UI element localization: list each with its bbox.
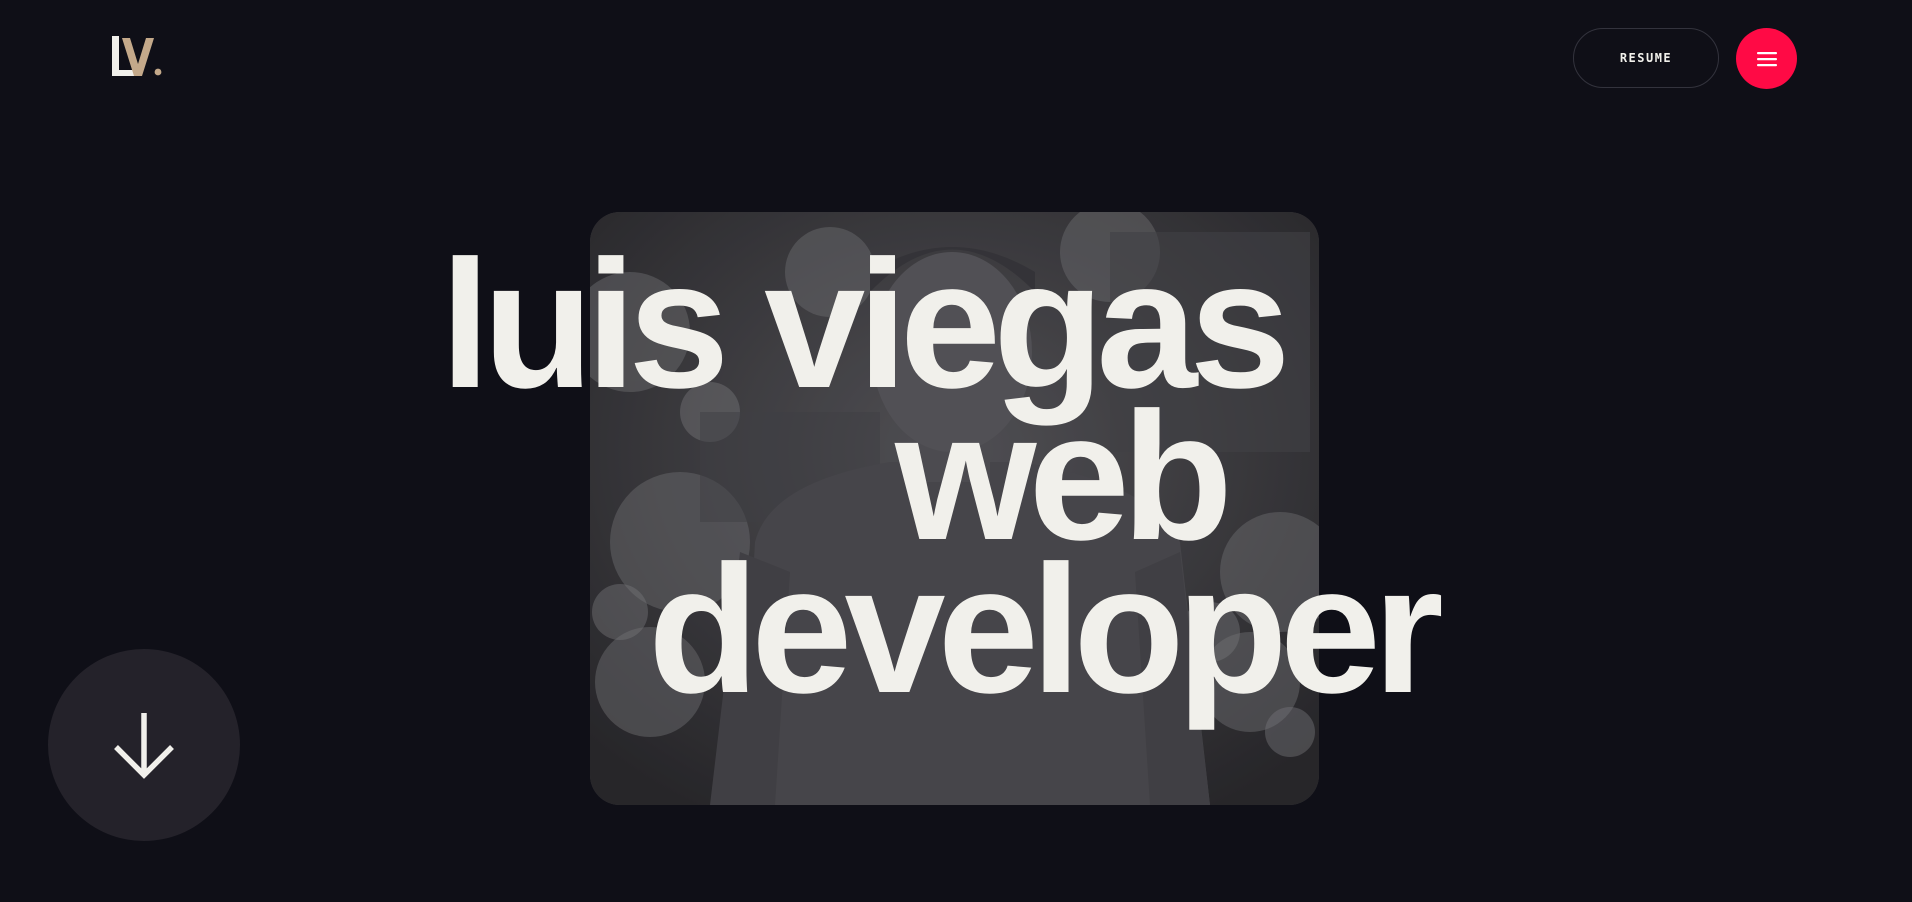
resume-button[interactable]: RESUME bbox=[1573, 28, 1719, 88]
site-logo[interactable] bbox=[110, 34, 162, 78]
menu-button[interactable] bbox=[1736, 28, 1797, 89]
arrow-down-icon bbox=[114, 713, 174, 779]
hamburger-icon bbox=[1756, 51, 1777, 66]
scroll-down-button[interactable] bbox=[48, 649, 240, 841]
lv-logo-icon bbox=[112, 36, 162, 76]
portrait-photo bbox=[590, 212, 1319, 805]
hero-portrait-image bbox=[590, 212, 1319, 805]
